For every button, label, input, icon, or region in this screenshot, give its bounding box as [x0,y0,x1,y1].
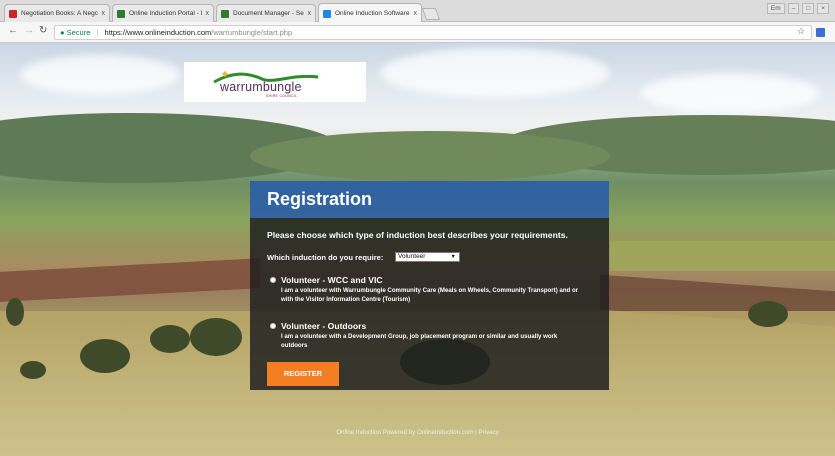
restore-icon[interactable]: □ [802,3,815,14]
tab-close-icon[interactable]: x [102,10,106,17]
bookmark-star-icon[interactable]: ☆ [797,26,805,37]
address-bar-row: ← → ↻ ● Secure | https://www.onlineinduc… [0,22,835,43]
induction-type-select[interactable]: Volunteer ▼ [395,252,460,262]
radio-button[interactable] [270,277,276,283]
tree [80,339,130,373]
registration-header: Registration [250,181,609,218]
logo-wordmark: warrumbungle [220,80,302,94]
close-window-icon[interactable]: × [817,3,829,14]
tree [6,298,24,326]
url-separator: | [96,28,99,37]
induction-prompt: Please choose which type of induction be… [267,230,568,240]
register-button[interactable]: REGISTER [267,362,339,386]
footer-divider: | [475,429,477,436]
option-description: I am a volunteer with a Development Grou… [281,333,558,349]
tab-close-icon[interactable]: x [414,10,418,17]
option-title: Volunteer - Outdoors [281,321,367,331]
tab-title: Online Induction Portal - Il [129,10,202,17]
tab-online-induction-software[interactable]: Online Induction Software x [318,3,422,23]
url-input[interactable]: ● Secure | https://www.onlineinduction.c… [54,25,812,40]
green-field [610,241,835,271]
page-footer: Online Induction Powered by OnlineInduct… [0,429,835,436]
hill [250,131,610,181]
tab-favicon-icon [117,9,125,18]
council-logo[interactable]: warrumbungle SHIRE COUNCIL [184,62,366,102]
extension-icon[interactable] [816,28,825,37]
minimize-icon[interactable]: – [787,3,800,14]
new-tab-button[interactable] [421,8,441,20]
select-value: Volunteer [398,253,426,260]
option-title: Volunteer - WCC and VIC [281,275,383,285]
tree [20,361,46,379]
option-description: I am a volunteer with Warrumbungle Commu… [281,287,579,303]
tab-close-icon[interactable]: x [308,10,312,17]
registration-title: Registration [267,189,373,209]
tab-title: Document Manager - Sear [233,10,304,17]
induction-select-label: Which induction do you require: [267,253,384,262]
cloud [380,48,610,98]
browser-tab-strip: Negotiation Books: A Negc x Online Induc… [0,0,835,23]
tab-document-manager[interactable]: Document Manager - Sear x [216,4,316,22]
url-path: /warrumbungle/start.php [211,28,293,37]
logo-subtitle: SHIRE COUNCIL [266,94,298,98]
tab-online-induction-portal[interactable]: Online Induction Portal - Il x [112,4,214,22]
reload-icon[interactable]: ↻ [39,25,47,36]
dropdown-caret-icon: ▼ [450,254,456,260]
tab-favicon-icon [323,9,331,18]
profile-button[interactable]: Em [766,3,785,14]
tree [190,318,242,356]
landscape-background: warrumbungle SHIRE COUNCIL Registration … [0,43,835,456]
cloud [640,73,820,113]
footer-privacy-link[interactable]: Privacy [479,429,499,436]
back-arrow-icon[interactable]: ← [8,25,18,36]
tab-title: Negotiation Books: A Negc [21,10,98,17]
tab-negotiation-books[interactable]: Negotiation Books: A Negc x [4,4,110,22]
registration-body: Please choose which type of induction be… [250,218,609,390]
tab-favicon-icon [9,9,17,18]
window-controls: Em – □ × [766,3,829,14]
tab-title: Online Induction Software [335,10,410,17]
url-domain: https://www.onlineinduction.com [104,28,212,37]
tree [150,325,190,353]
tab-favicon-icon [221,9,229,18]
registration-panel: Registration Please choose which type of… [250,181,609,390]
radio-button[interactable] [270,323,276,329]
secure-label: Secure [66,28,91,37]
footer-powered-by-link[interactable]: Online Induction Powered by OnlineInduct… [336,429,473,436]
tree [748,301,788,327]
forward-arrow-icon[interactable]: → [24,25,34,36]
lock-icon: ● [60,28,65,37]
ploughed-field [0,258,260,302]
cloud [20,55,180,95]
tab-close-icon[interactable]: x [206,10,210,17]
